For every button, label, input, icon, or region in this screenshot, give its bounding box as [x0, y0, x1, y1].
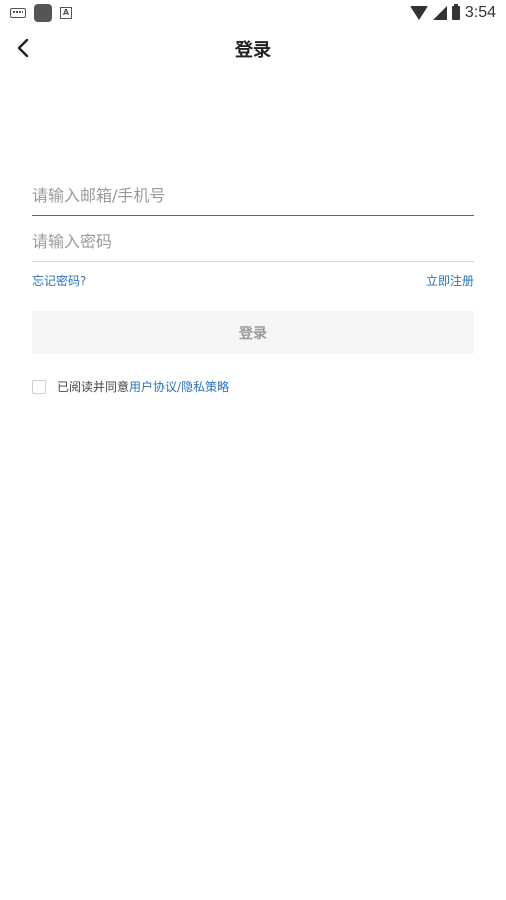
- email-field[interactable]: [32, 168, 474, 215]
- battery-icon: [451, 4, 460, 20]
- wifi-icon: [409, 6, 428, 20]
- page-title: 登录: [235, 40, 271, 61]
- register-link[interactable]: 立即注册: [426, 272, 474, 289]
- agreement-row: 已阅读并同意 用户协议 / 隐私策略: [32, 378, 229, 395]
- login-button[interactable]: 登录: [32, 311, 474, 354]
- forgot-password-link[interactable]: 忘记密码?: [32, 272, 86, 289]
- status-bar-left: A: [10, 4, 72, 22]
- privacy-policy-link[interactable]: 隐私策略: [181, 378, 229, 395]
- keyboard-icon: [10, 8, 26, 18]
- agreement-prefix: 已阅读并同意: [57, 380, 130, 394]
- nav-bar: 登录: [0, 26, 506, 72]
- cell-signal-icon: [432, 6, 447, 20]
- a-icon: A: [60, 7, 72, 19]
- status-bar-right: 3:54: [409, 4, 496, 22]
- user-agreement-link[interactable]: 用户协议: [129, 378, 177, 395]
- agreement-checkbox[interactable]: [32, 379, 46, 394]
- status-clock: 3:54: [464, 4, 496, 21]
- email-field-container: [32, 168, 474, 216]
- password-field[interactable]: [32, 214, 474, 261]
- app-icon: [34, 4, 52, 22]
- link-row: 忘记密码? 立即注册: [32, 272, 474, 289]
- password-field-container: [32, 214, 474, 262]
- status-bar: A 3:54: [0, 0, 506, 26]
